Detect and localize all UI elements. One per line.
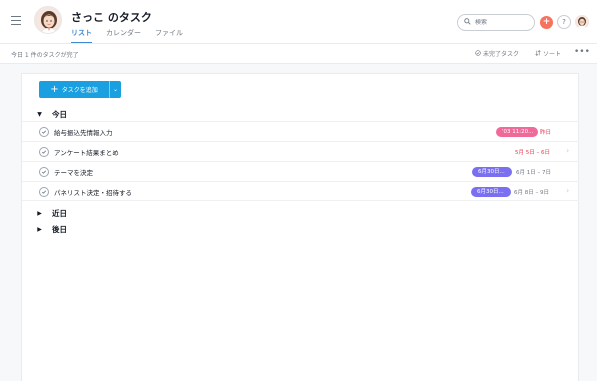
completion-status: 今日 1 件のタスクが完了 bbox=[11, 52, 79, 59]
complete-checkbox[interactable] bbox=[39, 127, 49, 137]
task-list-panel: + タスクを追加 ⌄ ▼ 今日 給与振込先情報入力 '03 11:20... 昨… bbox=[21, 73, 579, 381]
due-date[interactable]: 昨日 bbox=[540, 128, 551, 136]
task-name[interactable]: アンケート結果まとめ bbox=[54, 147, 119, 157]
due-date[interactable]: 5月 5日 – 6日 bbox=[515, 148, 550, 156]
task-name[interactable]: パネリスト決定・招待する bbox=[54, 187, 132, 197]
complete-checkbox[interactable] bbox=[39, 167, 49, 177]
top-bar: さっこ のタスク リスト カレンダー ファイル + ? bbox=[0, 0, 597, 44]
hamburger-menu-icon[interactable] bbox=[11, 16, 21, 25]
sort-arrows-icon bbox=[535, 49, 541, 58]
tab-files[interactable]: ファイル bbox=[155, 28, 183, 44]
project-tag[interactable]: 6月30日... bbox=[471, 187, 511, 197]
chevron-right-icon[interactable]: › bbox=[566, 146, 569, 155]
section-label: 後日 bbox=[52, 225, 67, 234]
page-title: さっこ のタスク bbox=[71, 11, 152, 24]
add-task-label: タスクを追加 bbox=[61, 87, 98, 94]
check-icon bbox=[41, 130, 47, 134]
due-date[interactable]: 6月 8日 – 9日 bbox=[514, 188, 549, 196]
user-avatar-large bbox=[34, 6, 62, 34]
chevron-right-icon[interactable]: › bbox=[566, 186, 569, 195]
filter-label: 未完了タスク bbox=[483, 51, 520, 58]
check-icon bbox=[41, 170, 47, 174]
section-later[interactable]: ▶ 後日 bbox=[36, 224, 67, 235]
add-task-button[interactable]: + タスクを追加 bbox=[39, 81, 109, 98]
section-soon[interactable]: ▶ 近日 bbox=[36, 208, 67, 219]
tab-list[interactable]: リスト bbox=[71, 28, 92, 44]
quick-add-button[interactable]: + bbox=[540, 16, 553, 29]
section-today[interactable]: ▼ 今日 bbox=[36, 109, 67, 120]
task-name[interactable]: 給与振込先情報入力 bbox=[54, 127, 113, 137]
check-icon bbox=[41, 150, 47, 154]
caret-right-icon: ▶ bbox=[37, 210, 42, 217]
check-circle-icon bbox=[475, 49, 481, 58]
search-icon bbox=[464, 18, 471, 27]
project-tag[interactable]: '03 11:20... bbox=[496, 127, 538, 137]
tab-calendar[interactable]: カレンダー bbox=[106, 28, 141, 44]
section-label: 近日 bbox=[52, 209, 67, 218]
add-task-dropdown-button[interactable]: ⌄ bbox=[109, 81, 121, 98]
complete-checkbox[interactable] bbox=[39, 187, 49, 197]
due-date[interactable]: 6月 1日 – 7日 bbox=[516, 168, 551, 176]
task-row[interactable]: パネリスト決定・招待する 6月30日... 6月 8日 – 9日 › bbox=[22, 181, 579, 201]
complete-checkbox[interactable] bbox=[39, 147, 49, 157]
caret-right-icon: ▶ bbox=[37, 226, 42, 233]
chevron-down-icon: ⌄ bbox=[112, 86, 119, 93]
search-input[interactable] bbox=[475, 19, 531, 26]
task-row[interactable]: アンケート結果まとめ 5月 5日 – 6日 › bbox=[22, 141, 579, 161]
sort-button[interactable]: ソート bbox=[535, 49, 561, 58]
plus-icon: + bbox=[50, 83, 59, 95]
search-box[interactable] bbox=[457, 14, 535, 31]
help-button[interactable]: ? bbox=[557, 15, 571, 29]
task-name[interactable]: テーマを決定 bbox=[54, 167, 93, 177]
user-avatar-small[interactable] bbox=[575, 15, 589, 29]
section-label: 今日 bbox=[52, 110, 67, 119]
task-row[interactable]: 給与振込先情報入力 '03 11:20... 昨日 bbox=[22, 121, 579, 141]
add-task-control: + タスクを追加 ⌄ bbox=[39, 81, 121, 98]
project-tag[interactable]: 6月30日... bbox=[472, 167, 512, 177]
caret-down-icon: ▼ bbox=[37, 111, 42, 118]
plus-icon: + bbox=[542, 17, 551, 27]
status-bar: 今日 1 件のタスクが完了 未完了タスク ソート ••• bbox=[0, 43, 597, 64]
task-row[interactable]: テーマを決定 6月30日... 6月 1日 – 7日 bbox=[22, 161, 579, 181]
check-icon bbox=[41, 190, 47, 194]
view-tabs: リスト カレンダー ファイル bbox=[71, 28, 183, 44]
sort-label: ソート bbox=[543, 51, 562, 58]
more-options-icon[interactable]: ••• bbox=[574, 47, 590, 57]
incomplete-filter-button[interactable]: 未完了タスク bbox=[475, 49, 519, 58]
